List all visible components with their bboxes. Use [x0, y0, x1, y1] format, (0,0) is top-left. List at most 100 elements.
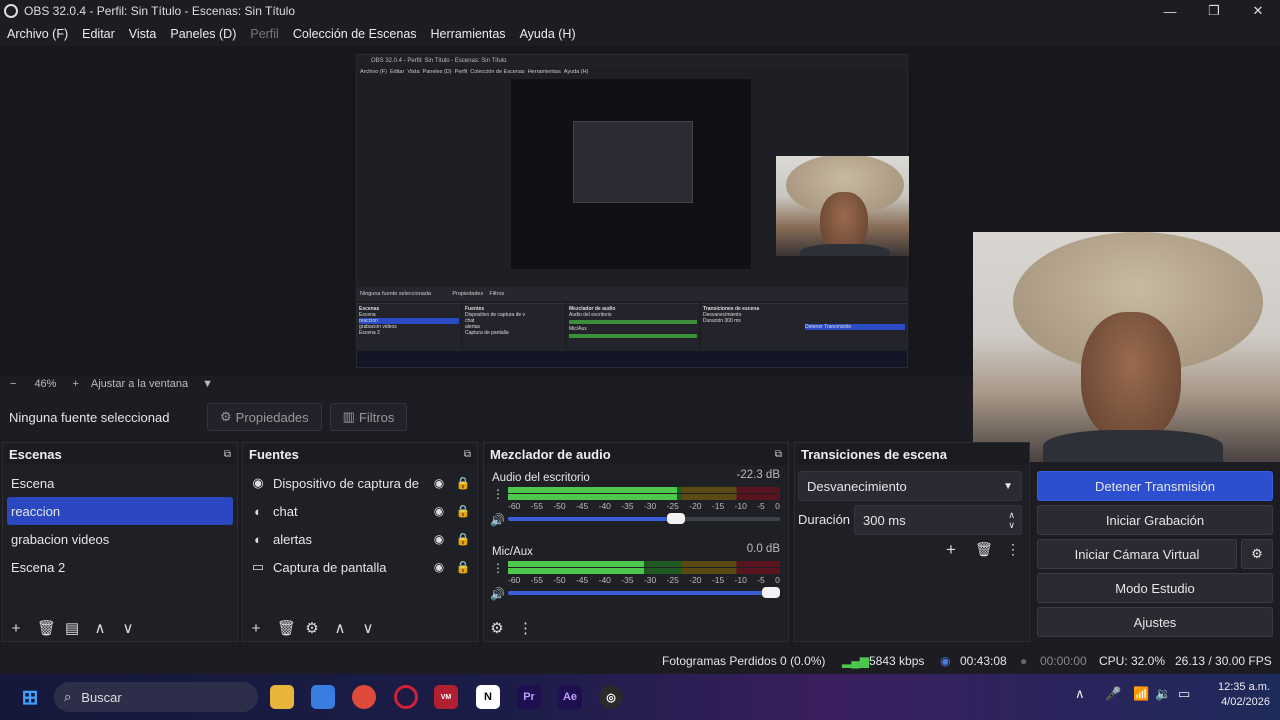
nested-taskbar	[357, 351, 907, 367]
minimize-button[interactable]: —	[1148, 0, 1192, 22]
duration-spinbox[interactable]: 300 ms ∧ ∨	[854, 505, 1022, 535]
properties-button[interactable]: ⚙ Propiedades	[207, 403, 322, 431]
meter-tick-label: 0	[775, 501, 780, 511]
add-source-icon[interactable]: +	[249, 620, 263, 637]
maximize-button[interactable]: ❐	[1192, 0, 1236, 22]
menu-ayuda[interactable]: Ayuda (H)	[520, 27, 576, 41]
voicemeeter-icon[interactable]: VM	[434, 685, 458, 709]
meter-tick-label: -30	[643, 575, 657, 585]
channel-menu-icon[interactable]: ⋮	[492, 561, 504, 575]
volume-icon[interactable]: 🔉	[1155, 686, 1171, 702]
move-down-icon[interactable]: ∨	[121, 619, 135, 637]
visibility-eye-icon[interactable]: ◉	[431, 532, 447, 546]
bitrate: 5843 kbps	[869, 654, 925, 668]
visibility-eye-icon[interactable]: ◉	[431, 476, 447, 490]
window-title: OBS 32.0.4 - Perfil: Sin Título - Escena…	[24, 4, 296, 18]
scene-item-reaccion[interactable]: reaccion	[7, 497, 233, 525]
fit-to-window-label[interactable]: Ajustar a la ventana	[91, 378, 188, 390]
undock-icon[interactable]: ⧉	[775, 449, 782, 460]
move-up-icon[interactable]: ∧	[333, 619, 347, 637]
delete-transition-icon[interactable]: 🗑	[975, 541, 993, 558]
source-item[interactable]: ▭ Captura de pantalla ◉ 🔒	[243, 553, 477, 581]
microphone-icon[interactable]: 🎤	[1105, 686, 1121, 702]
lock-icon[interactable]: 🔒	[455, 504, 471, 518]
zoom-in-button[interactable]: +	[72, 378, 78, 390]
transition-menu-icon[interactable]: ⋮	[1006, 541, 1020, 558]
zoom-dropdown-icon[interactable]: ▼	[202, 378, 213, 390]
wifi-icon[interactable]: 📶	[1133, 686, 1149, 702]
undock-icon[interactable]: ⧉	[224, 449, 231, 460]
source-item[interactable]: ◐ chat ◉ 🔒	[243, 497, 477, 525]
spin-arrows-icon[interactable]: ∧ ∨	[1008, 510, 1015, 530]
chrome-icon[interactable]	[352, 685, 376, 709]
menu-herramientas[interactable]: Herramientas	[431, 27, 506, 41]
taskbar-search[interactable]: ⌕ Buscar	[54, 682, 258, 712]
obs-taskbar-icon[interactable]: ◎	[599, 685, 623, 709]
chevron-down-icon: ▼	[1003, 480, 1013, 492]
channel-menu-icon[interactable]: ⋮	[492, 487, 504, 501]
battery-icon[interactable]: ▭	[1178, 686, 1190, 702]
scene-item-escena[interactable]: Escena	[3, 469, 237, 497]
undock-icon[interactable]: ⧉	[464, 449, 471, 460]
scene-item-grabacion-videos[interactable]: grabacion videos	[3, 525, 237, 553]
obs-logo-icon	[4, 4, 18, 18]
close-button[interactable]: ✕	[1236, 0, 1280, 22]
source-item[interactable]: ◐ alertas ◉ 🔒	[243, 525, 477, 553]
windows-start-icon[interactable]: ⊞	[18, 685, 42, 709]
settings-button[interactable]: Ajustes	[1037, 607, 1273, 637]
scenes-dock: Escenas ⧉ Escena reaccion grabacion video…	[2, 442, 238, 642]
zoom-out-button[interactable]: −	[10, 378, 16, 390]
scene-item-escena-2[interactable]: Escena 2	[3, 553, 237, 581]
menu-vista[interactable]: Vista	[129, 27, 157, 41]
mixer-menu-icon[interactable]: ⋮	[518, 619, 533, 637]
source-toolbar: Ninguna fuente seleccionad ⚙ Propiedades …	[0, 399, 973, 435]
tray-chevron-icon[interactable]: ∧	[1075, 686, 1085, 702]
speaker-icon[interactable]: 🔊	[490, 513, 505, 527]
move-up-icon[interactable]: ∧	[93, 619, 107, 637]
stop-stream-button[interactable]: Detener Transmisión	[1037, 471, 1273, 501]
menu-archivo[interactable]: Archivo (F)	[7, 27, 68, 41]
volume-slider[interactable]	[508, 513, 780, 524]
start-recording-button[interactable]: Iniciar Grabación	[1037, 505, 1273, 535]
start-virtual-camera-button[interactable]: Iniciar Cámara Virtual	[1037, 539, 1237, 569]
monitor-icon: ▭	[251, 559, 265, 574]
move-down-icon[interactable]: ∨	[361, 619, 375, 637]
premiere-icon[interactable]: Pr	[517, 685, 541, 709]
add-transition-icon[interactable]: +	[946, 540, 956, 560]
volume-slider[interactable]	[508, 587, 780, 598]
meter-tick-label: -35	[621, 501, 634, 511]
studio-mode-button[interactable]: Modo Estudio	[1037, 573, 1273, 603]
gear-icon: ⚙	[220, 409, 232, 424]
meter-tick-label: -20	[689, 575, 702, 585]
lock-icon[interactable]: 🔒	[455, 560, 471, 574]
lock-icon[interactable]: 🔒	[455, 476, 471, 490]
record-icon: ●	[1020, 654, 1028, 668]
virtual-camera-settings-icon[interactable]: ⚙	[1241, 539, 1273, 569]
menu-coleccion-escenas[interactable]: Colección de Escenas	[293, 27, 417, 41]
duration-label: Duración	[798, 512, 851, 527]
advanced-audio-icon[interactable]: ⚙	[490, 619, 504, 637]
clock[interactable]: 12:35 a.m. 4/02/2026	[1200, 680, 1270, 710]
delete-source-icon[interactable]: 🗑	[277, 619, 296, 637]
filters-button[interactable]: ▥ Filtros	[329, 403, 408, 431]
menu-paneles[interactable]: Paneles (D)	[170, 27, 236, 41]
scene-filters-icon[interactable]: ▤	[65, 619, 79, 637]
file-explorer-icon[interactable]	[270, 685, 294, 709]
store-icon[interactable]	[311, 685, 335, 709]
add-scene-icon[interactable]: +	[9, 620, 23, 637]
speaker-icon[interactable]: 🔊	[490, 587, 505, 601]
lock-icon[interactable]: 🔒	[455, 532, 471, 546]
transition-select[interactable]: Desvanecimiento ▼	[798, 471, 1022, 501]
source-item[interactable]: ◉ Dispositivo de captura de v ◉ 🔒	[243, 469, 477, 497]
notion-icon[interactable]: N	[476, 685, 500, 709]
source-settings-icon[interactable]: ⚙	[305, 619, 319, 637]
after-effects-icon[interactable]: Ae	[558, 685, 582, 709]
menu-perfil[interactable]: Perfil	[250, 27, 278, 41]
menu-editar[interactable]: Editar	[82, 27, 115, 41]
visibility-eye-icon[interactable]: ◉	[431, 560, 447, 574]
meter-tick-label: -40	[598, 501, 611, 511]
meter-tick-label: -15	[711, 575, 725, 585]
opera-icon[interactable]	[394, 685, 418, 709]
delete-scene-icon[interactable]: 🗑	[37, 619, 56, 637]
visibility-eye-icon[interactable]: ◉	[431, 504, 447, 518]
